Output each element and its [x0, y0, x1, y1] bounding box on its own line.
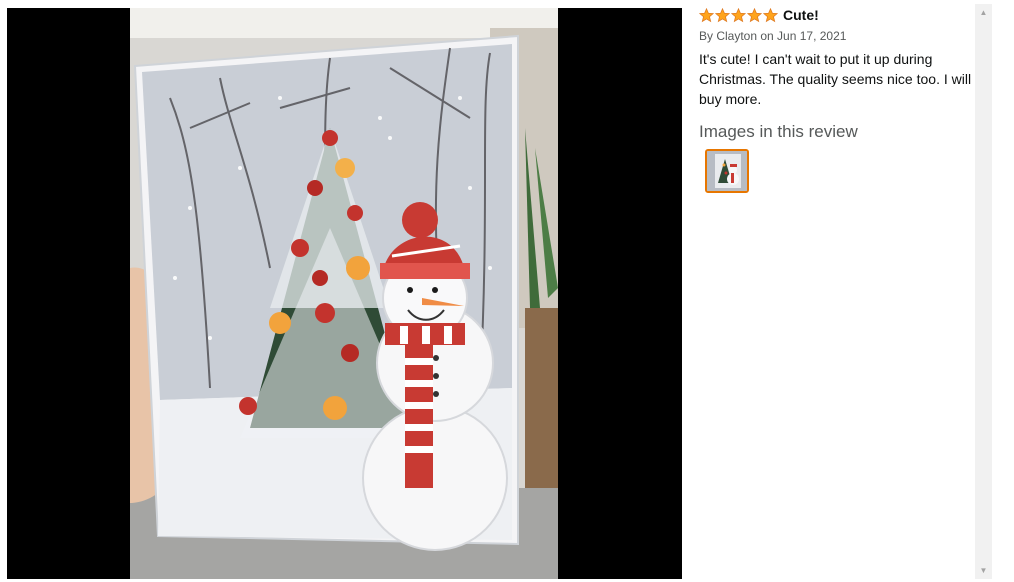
star-icon — [699, 7, 714, 22]
images-heading: Images in this review — [699, 122, 858, 141]
thumbnail-image — [707, 151, 747, 191]
scroll-up-icon[interactable]: ▲ — [975, 4, 992, 21]
review-header: Cute! — [699, 6, 975, 24]
review-title: Cute! — [783, 7, 819, 23]
star-icon — [747, 7, 762, 22]
star-icon — [763, 7, 778, 22]
star-rating — [699, 7, 778, 23]
star-icon — [731, 7, 746, 22]
review-photo — [130, 8, 558, 579]
review-image-viewer-page: Cute! By Clayton on Jun 17, 2021 It's cu… — [0, 0, 1014, 582]
scroll-down-icon[interactable]: ▼ — [975, 562, 992, 579]
star-icon — [715, 7, 730, 22]
review-image-thumbnail[interactable] — [705, 149, 749, 193]
review-body: It's cute! I can't wait to put it up dur… — [699, 51, 972, 107]
image-viewer — [7, 8, 682, 579]
vertical-scrollbar[interactable]: ▲ ▼ — [975, 4, 992, 579]
review-panel: Cute! By Clayton on Jun 17, 2021 It's cu… — [699, 6, 975, 580]
review-byline: By Clayton on Jun 17, 2021 — [699, 29, 847, 43]
review-photo-graphic — [130, 8, 558, 579]
